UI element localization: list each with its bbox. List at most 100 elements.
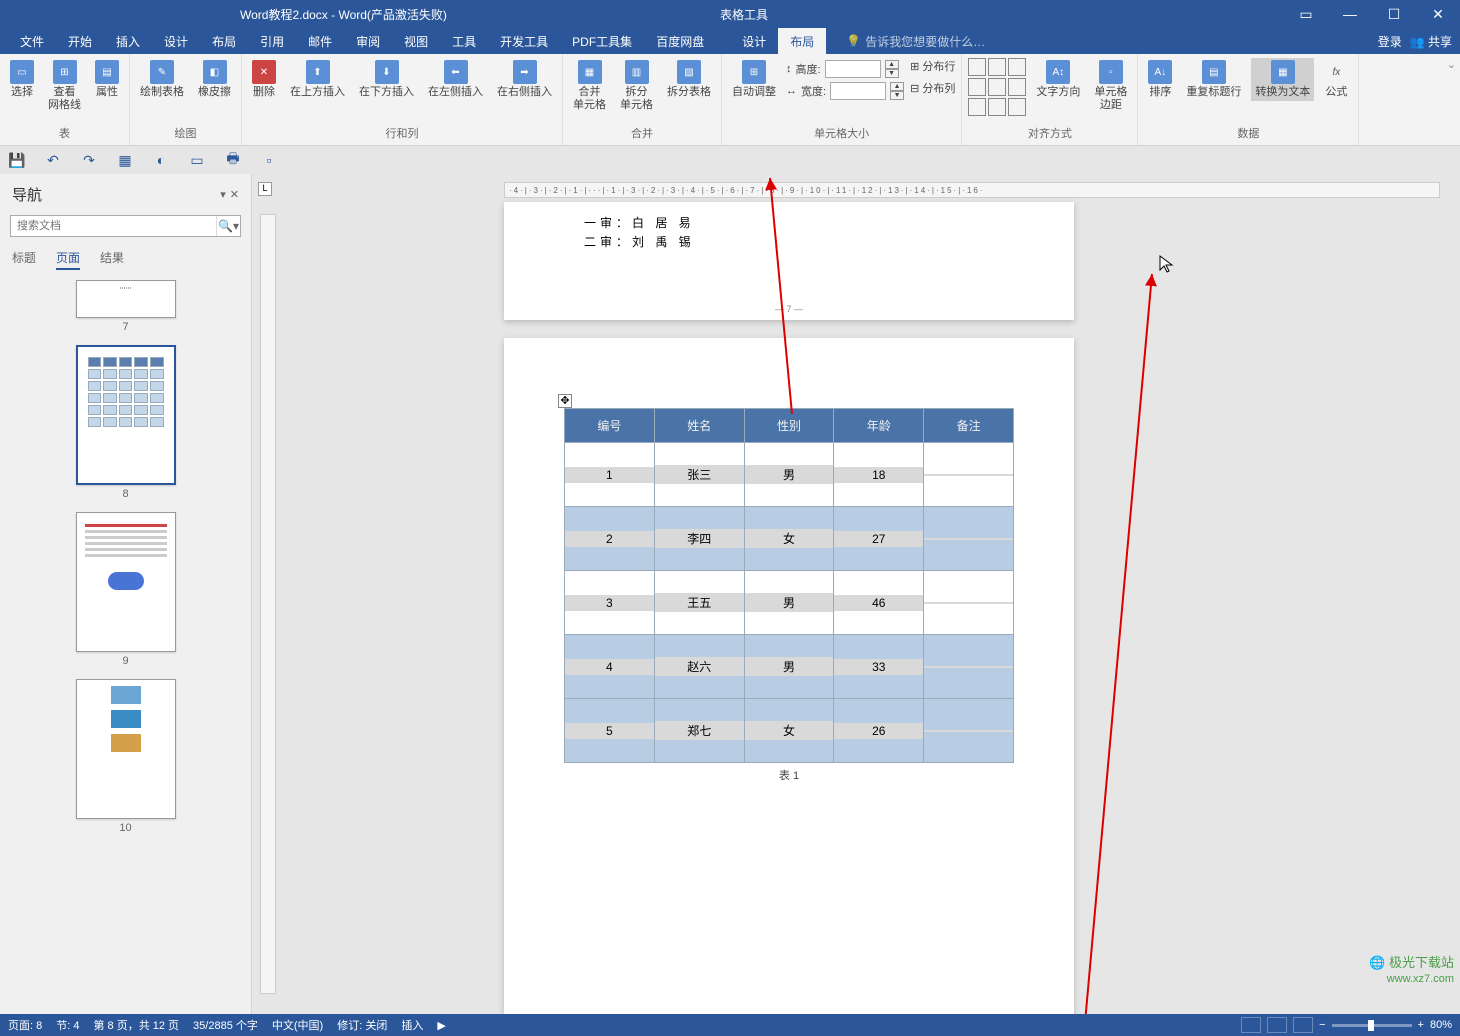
login-link[interactable]: 登录 [1378, 33, 1402, 50]
tab-insert[interactable]: 插入 [104, 28, 152, 54]
vertical-ruler[interactable] [260, 214, 276, 994]
status-page-of[interactable]: 第 8 页，共 12 页 [93, 1017, 179, 1033]
split-table-button[interactable]: ▧拆分表格 [663, 58, 715, 101]
tab-baidu[interactable]: 百度网盘 [644, 28, 716, 54]
alignment-grid[interactable] [968, 58, 1026, 116]
nav-search-input[interactable] [11, 216, 216, 236]
status-page[interactable]: 页面: 8 [8, 1017, 42, 1033]
thumb-page-10[interactable] [76, 679, 176, 819]
sort-button[interactable]: A↓排序 [1144, 58, 1176, 101]
tab-mailings[interactable]: 邮件 [296, 28, 344, 54]
qat-icon-2[interactable]: ◐ [152, 151, 170, 169]
nav-tab-results[interactable]: 结果 [100, 249, 124, 270]
view-print-icon[interactable] [1267, 1017, 1287, 1033]
col-header[interactable]: 姓名 [654, 409, 744, 443]
status-macro-icon[interactable]: ▶ [437, 1019, 445, 1032]
nav-tab-headings[interactable]: 标题 [12, 249, 36, 270]
height-input[interactable] [825, 60, 881, 78]
nav-title: 导航 [12, 184, 42, 205]
merge-cells-button[interactable]: ▦合并 单元格 [569, 58, 610, 114]
delete-button[interactable]: ✕删除 [248, 58, 280, 101]
convert-to-text-button[interactable]: ▦转换为文本 [1251, 58, 1314, 101]
tab-design[interactable]: 设计 [152, 28, 200, 54]
autofit-button[interactable]: ⊞自动调整 [728, 58, 780, 101]
qat-icon-5[interactable]: ▫ [260, 151, 278, 169]
tab-view[interactable]: 视图 [392, 28, 440, 54]
view-web-icon[interactable] [1293, 1017, 1313, 1033]
ribbon-options-icon[interactable]: ▭ [1284, 0, 1328, 28]
distribute-cols-button[interactable]: ⊟ 分布列 [910, 80, 955, 96]
col-header[interactable]: 性别 [744, 409, 834, 443]
insert-below-button[interactable]: ⬇在下方插入 [355, 58, 418, 101]
tab-references[interactable]: 引用 [248, 28, 296, 54]
zoom-level[interactable]: 80% [1430, 1019, 1452, 1031]
thumb-page-7[interactable]: ⋯⋯ [76, 280, 176, 318]
document-area[interactable]: L ·4·|·3·|·2·|·1·|···|·1·|·3·|·2·|·3·|·4… [252, 174, 1460, 1014]
qat-icon-3[interactable]: ▭ [188, 151, 206, 169]
cell-margins-button[interactable]: ▫单元格 边距 [1090, 58, 1131, 114]
minimize-icon[interactable]: — [1328, 0, 1372, 28]
redo-icon[interactable]: ↷ [80, 151, 98, 169]
undo-icon[interactable]: ↶ [44, 151, 62, 169]
view-gridlines-button[interactable]: ⊞查看 网格线 [44, 58, 85, 114]
zoom-out-icon[interactable]: − [1319, 1019, 1325, 1031]
tab-file[interactable]: 文件 [8, 28, 56, 54]
tab-table-layout[interactable]: 布局 [778, 28, 826, 54]
insert-left-button[interactable]: ⬅在左侧插入 [424, 58, 487, 101]
properties-button[interactable]: ▤属性 [91, 58, 123, 101]
tab-developer[interactable]: 开发工具 [488, 28, 560, 54]
draw-table-button[interactable]: ✎绘制表格 [136, 58, 188, 101]
tab-home[interactable]: 开始 [56, 28, 104, 54]
status-track[interactable]: 修订: 关闭 [337, 1017, 387, 1033]
tab-selector[interactable]: L [258, 182, 272, 196]
tell-me-search[interactable]: 💡 告诉我您想要做什么… [846, 33, 985, 50]
nav-search[interactable]: 🔍▾ [10, 215, 241, 237]
horizontal-ruler[interactable]: ·4·|·3·|·2·|·1·|···|·1·|·3·|·2·|·3·|·4·|… [504, 182, 1440, 198]
insert-right-button[interactable]: ➡在右侧插入 [493, 58, 556, 101]
insert-above-button[interactable]: ⬆在上方插入 [286, 58, 349, 101]
select-button[interactable]: ▭选择 [6, 58, 38, 101]
text-direction-button[interactable]: A↕文字方向 [1032, 58, 1084, 101]
formula-button[interactable]: fx公式 [1320, 58, 1352, 101]
data-table[interactable]: 编号 姓名 性别 年龄 备注 1张三男18 2李四女27 3王五男46 4赵六男… [564, 408, 1014, 763]
nav-close-icon[interactable]: ✕ [230, 188, 239, 201]
zoom-slider[interactable] [1332, 1024, 1412, 1027]
repeat-header-button[interactable]: ▤重复标题行 [1182, 58, 1245, 101]
tab-review[interactable]: 审阅 [344, 28, 392, 54]
width-up[interactable]: ▲ [890, 82, 904, 91]
qat-icon-1[interactable]: ▦ [116, 151, 134, 169]
thumb-page-8[interactable] [76, 345, 176, 485]
status-insert[interactable]: 插入 [401, 1017, 423, 1033]
tab-pdf[interactable]: PDF工具集 [560, 28, 644, 54]
height-up[interactable]: ▲ [885, 60, 899, 69]
collapse-ribbon-icon[interactable]: ⌄ [1443, 54, 1460, 145]
col-header[interactable]: 备注 [924, 409, 1014, 443]
nav-tab-pages[interactable]: 页面 [56, 249, 80, 270]
thumb-page-9[interactable] [76, 512, 176, 652]
nav-dropdown-icon[interactable]: ▾ [220, 188, 226, 201]
tab-table-design[interactable]: 设计 [730, 28, 778, 54]
col-header[interactable]: 编号 [565, 409, 655, 443]
status-section[interactable]: 节: 4 [56, 1017, 79, 1033]
tab-layout[interactable]: 布局 [200, 28, 248, 54]
height-down[interactable]: ▼ [885, 69, 899, 78]
status-chars[interactable]: 35/2885 个字 [193, 1017, 258, 1033]
view-read-icon[interactable] [1241, 1017, 1261, 1033]
share-button[interactable]: 👥 共享 [1410, 33, 1452, 50]
width-input[interactable] [830, 82, 886, 100]
search-icon[interactable]: 🔍▾ [216, 216, 240, 236]
col-header[interactable]: 年龄 [834, 409, 924, 443]
distribute-rows-button[interactable]: ⊞ 分布行 [910, 58, 955, 74]
width-down[interactable]: ▼ [890, 91, 904, 100]
close-icon[interactable]: ✕ [1416, 0, 1460, 28]
qat-icon-4[interactable]: 🖶 [224, 151, 242, 169]
split-cells-button[interactable]: ▥拆分 单元格 [616, 58, 657, 114]
tab-tools[interactable]: 工具 [440, 28, 488, 54]
table-row: 2李四女27 [565, 507, 1014, 571]
eraser-button[interactable]: ◧橡皮擦 [194, 58, 235, 101]
status-lang[interactable]: 中文(中国) [272, 1017, 323, 1033]
maximize-icon[interactable]: ☐ [1372, 0, 1416, 28]
zoom-in-icon[interactable]: + [1418, 1019, 1424, 1031]
save-icon[interactable]: 💾 [8, 151, 26, 169]
table-move-handle[interactable]: ✥ [558, 394, 572, 408]
